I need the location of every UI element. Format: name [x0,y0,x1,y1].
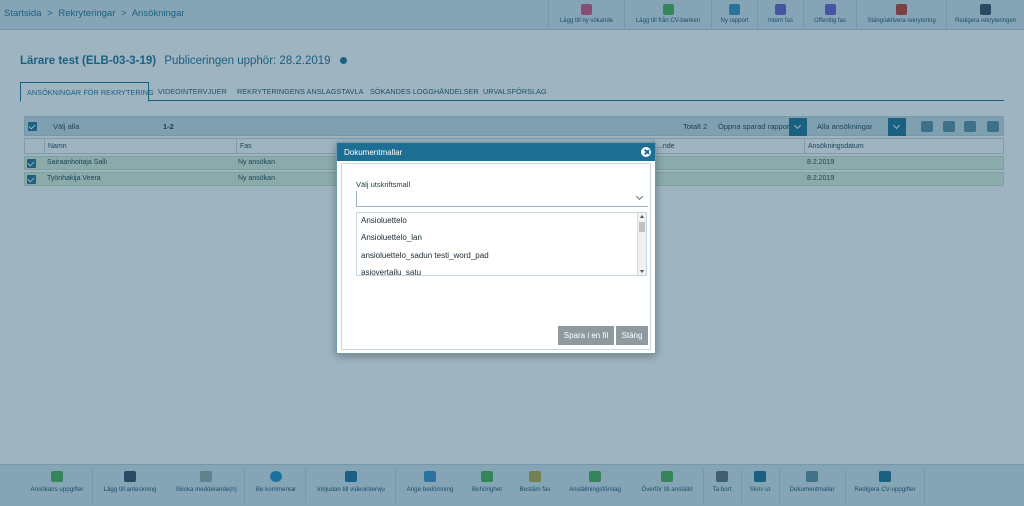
template-option[interactable]: ansioluettelo_sadun testi_word_pad [361,251,489,260]
close-button[interactable]: Stäng [616,326,648,345]
scroll-down-icon[interactable] [640,270,644,273]
template-option[interactable]: asiovertailu_satu [361,268,421,275]
template-select[interactable] [356,191,648,207]
dialog-title: Dokumentmallar [344,148,403,157]
document-templates-dialog: Dokumentmallar Välj utskriftsmall Ansiol… [336,142,656,354]
template-option[interactable]: Ansioluettelo [361,216,407,225]
dialog-title-bar: Dokumentmallar [337,143,655,161]
dialog-body: Välj utskriftsmall Ansioluettelo Ansiolu… [341,163,651,350]
template-option[interactable]: Ansioluettelo_lan [361,233,422,242]
list-scrollbar[interactable] [637,213,646,275]
template-options-list: Ansioluettelo Ansioluettelo_lan ansiolue… [356,212,647,276]
template-select-label: Välj utskriftsmall [356,180,411,189]
save-to-file-button[interactable]: Spara i en fil [558,326,614,345]
close-icon[interactable] [641,147,651,157]
scroll-thumb[interactable] [639,222,645,232]
scroll-up-icon[interactable] [640,215,644,218]
chevron-down-icon[interactable] [635,192,644,201]
